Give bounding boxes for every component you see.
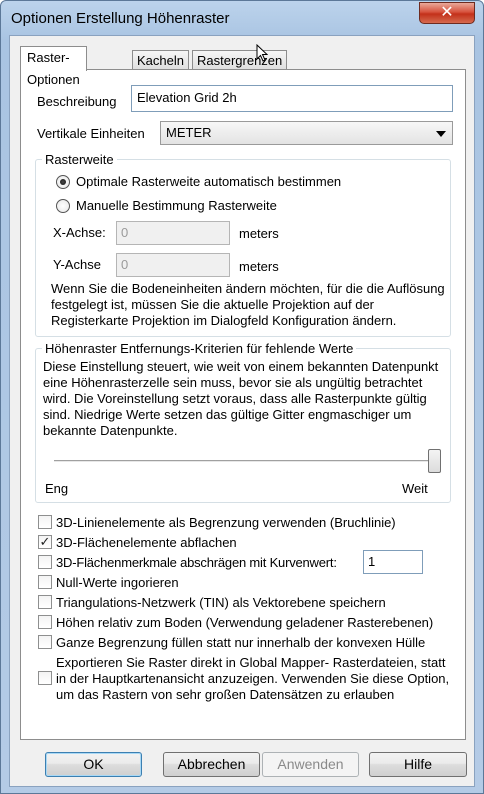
x-axis-value: 0	[121, 225, 129, 240]
help-button[interactable]: Hilfe	[369, 752, 467, 777]
bevel-value: 1	[368, 554, 376, 569]
x-axis-unit: meters	[239, 226, 279, 241]
vertical-units-select[interactable]: METER	[160, 121, 453, 145]
mouse-cursor-icon	[256, 44, 268, 62]
distance-criteria-text: Diese Einstellung steuert, wie weit von …	[43, 359, 439, 438]
checkbox-flatten-label[interactable]: 3D-Flächenelemente abflachen	[56, 535, 237, 550]
radio-manual-spacing[interactable]	[56, 199, 70, 213]
y-axis-label: Y-Achse	[53, 257, 101, 272]
y-axis-input[interactable]: 0	[116, 253, 230, 277]
close-icon: ✕	[440, 4, 454, 21]
apply-button[interactable]: Anwenden	[262, 752, 359, 777]
y-axis-unit: meters	[239, 259, 279, 274]
checkbox-flatten[interactable]: ✓	[38, 535, 52, 549]
tab-rastergrenzen[interactable]: Rastergrenzen	[192, 50, 288, 70]
checkbox-ignore-null-label[interactable]: Null-Werte ingorieren	[56, 575, 179, 590]
tab-panel-raster-optionen: Beschreibung Elevation Grid 2h Vertikale…	[20, 69, 466, 740]
x-axis-label: X-Achse:	[53, 225, 106, 240]
checkbox-heights-relative[interactable]	[38, 615, 52, 629]
checkbox-breaklines[interactable]	[38, 515, 52, 529]
distance-slider-track[interactable]	[54, 460, 434, 463]
radio-auto-spacing[interactable]	[56, 175, 70, 189]
description-value: Elevation Grid 2h	[137, 90, 237, 105]
checkbox-save-tin-label[interactable]: Triangulations-Netzwerk (TIN) als Vektor…	[56, 595, 386, 610]
checkbox-fill-bounds-label[interactable]: Ganze Begrenzung füllen statt nur innerh…	[56, 635, 425, 650]
distance-criteria-legend: Höhenraster Entfernungs-Kriterien für fe…	[42, 341, 357, 356]
slider-min-label: Eng	[45, 481, 69, 496]
window-title: Optionen Erstellung Höhenraster	[11, 10, 230, 27]
checkbox-save-tin[interactable]	[38, 595, 52, 609]
radio-manual-spacing-label[interactable]: Manuelle Bestimmung Rasterweite	[76, 198, 277, 213]
checkbox-bevel-label[interactable]: 3D-Flächenmerkmale abschrägen mit Kurven…	[56, 555, 337, 570]
dialog-window: Optionen Erstellung Höhenraster ✕ Raster…	[0, 0, 484, 794]
cancel-button[interactable]: Abbrechen	[163, 752, 260, 777]
checkbox-bevel[interactable]	[38, 555, 52, 569]
vertical-units-label: Vertikale Einheiten	[37, 126, 145, 141]
checkbox-fill-bounds[interactable]	[38, 635, 52, 649]
checkbox-ignore-null[interactable]	[38, 575, 52, 589]
title-bar[interactable]: Optionen Erstellung Höhenraster ✕	[1, 1, 483, 35]
vertical-units-value: METER	[166, 125, 212, 140]
checkbox-export-direct-label[interactable]: Exportieren Sie Raster direkt in Global …	[56, 655, 458, 703]
x-axis-input[interactable]: 0	[116, 221, 230, 245]
close-button[interactable]: ✕	[419, 2, 475, 24]
bevel-value-input[interactable]: 1	[363, 550, 423, 574]
checkbox-heights-relative-label[interactable]: Höhen relativ zum Boden (Verwendung gela…	[56, 615, 433, 630]
checkbox-breaklines-label[interactable]: 3D-Linienelemente als Begrenzung verwend…	[56, 515, 396, 530]
description-input[interactable]: Elevation Grid 2h	[131, 85, 453, 112]
grid-spacing-legend: Rasterweite	[42, 152, 117, 167]
radio-auto-spacing-label[interactable]: Optimale Rasterweite automatisch bestimm…	[76, 174, 341, 189]
grid-spacing-note: Wenn Sie die Bodeneinheiten ändern möcht…	[51, 281, 445, 328]
dialog-client-area: Raster-Optionen Kacheln Rastergrenzen Be…	[9, 35, 475, 787]
slider-max-label: Weit	[402, 481, 428, 496]
y-axis-value: 0	[121, 257, 129, 272]
tab-kacheln[interactable]: Kacheln	[132, 50, 189, 70]
distance-slider-thumb[interactable]	[428, 449, 441, 473]
chevron-down-icon	[436, 131, 446, 137]
tab-raster-optionen[interactable]: Raster-Optionen	[20, 46, 87, 87]
ok-button[interactable]: OK	[45, 752, 142, 777]
description-label: Beschreibung	[37, 94, 117, 109]
checkbox-export-direct[interactable]	[38, 671, 52, 685]
